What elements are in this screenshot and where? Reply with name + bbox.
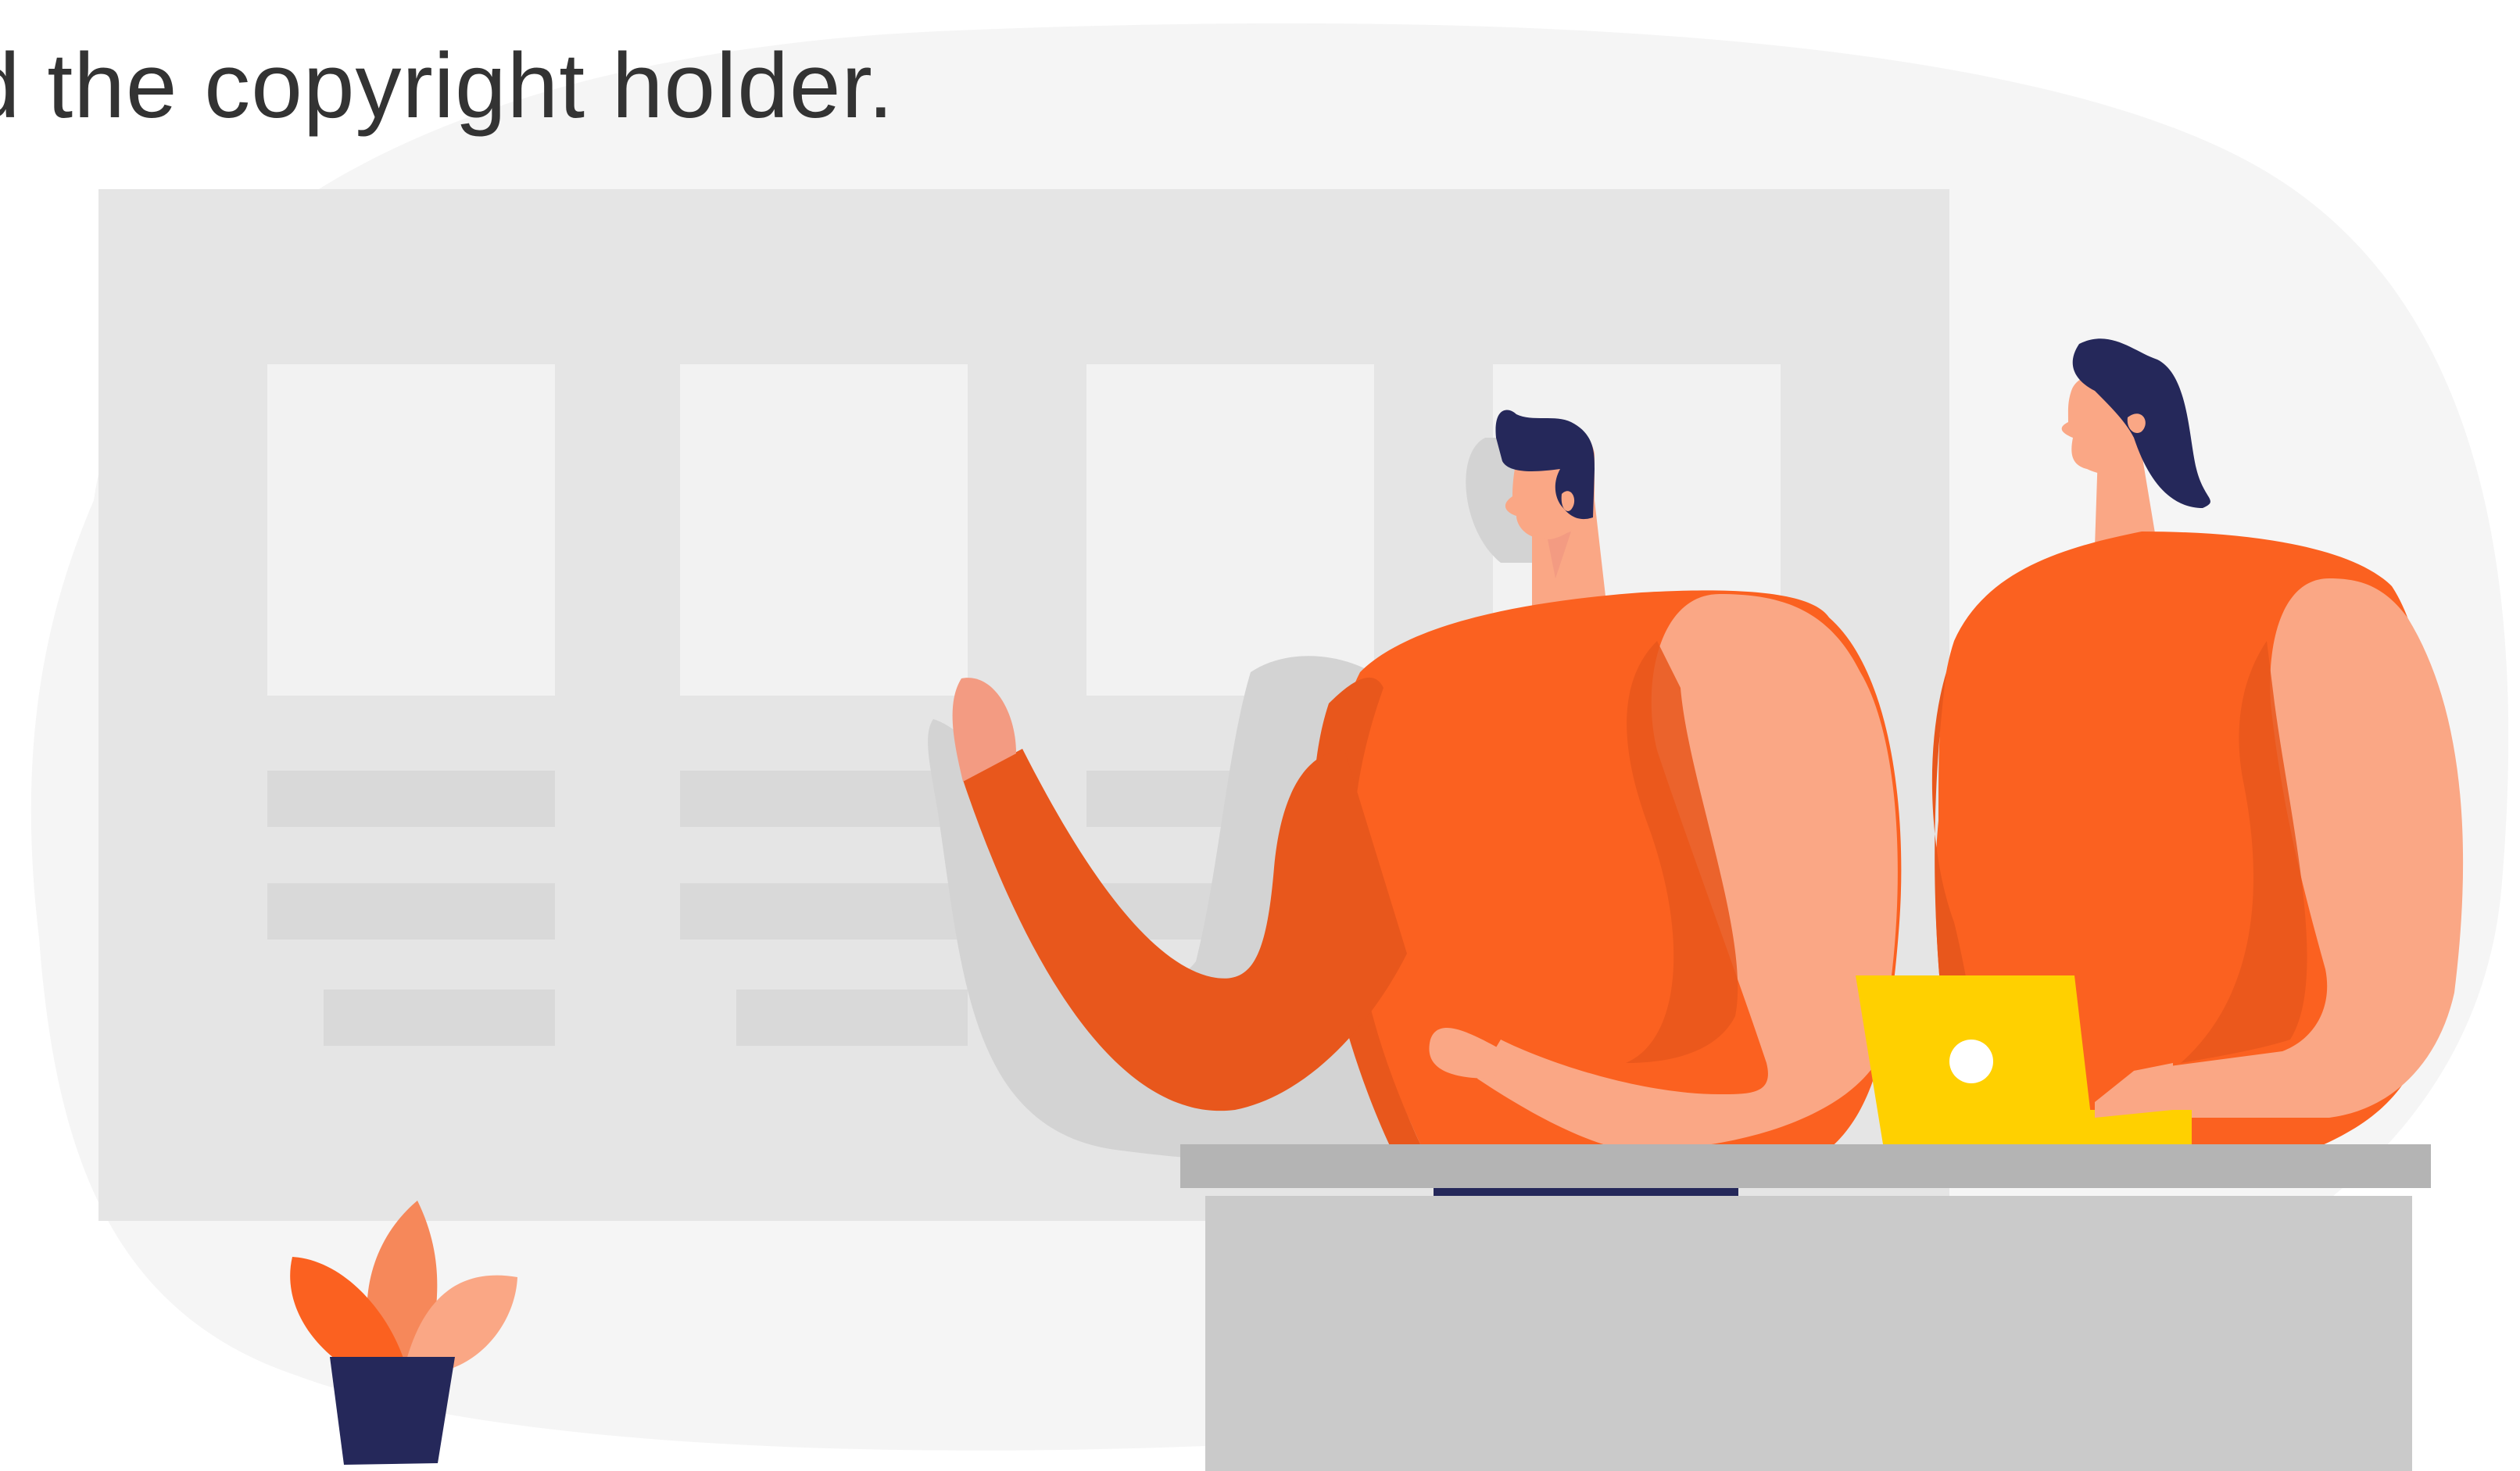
attribution-caption: d the copyright holder. xyxy=(0,34,895,138)
board-card xyxy=(267,364,555,696)
illustration-canvas: d the copyright holder. xyxy=(0,0,2520,1471)
board-text-line xyxy=(680,883,968,940)
desk-top xyxy=(1180,1144,2431,1188)
board-text-line xyxy=(680,771,968,827)
board-text-line xyxy=(324,990,555,1046)
board-text-line xyxy=(267,771,555,827)
desk-body xyxy=(1205,1196,2412,1471)
board-card xyxy=(680,364,968,696)
board-card xyxy=(1086,364,1374,696)
laptop-logo-icon xyxy=(1949,1040,1993,1083)
plant-pot xyxy=(330,1357,455,1465)
office-scene-illustration xyxy=(30,23,2509,1471)
board-text-line xyxy=(267,883,555,940)
board-text-line xyxy=(736,990,968,1046)
